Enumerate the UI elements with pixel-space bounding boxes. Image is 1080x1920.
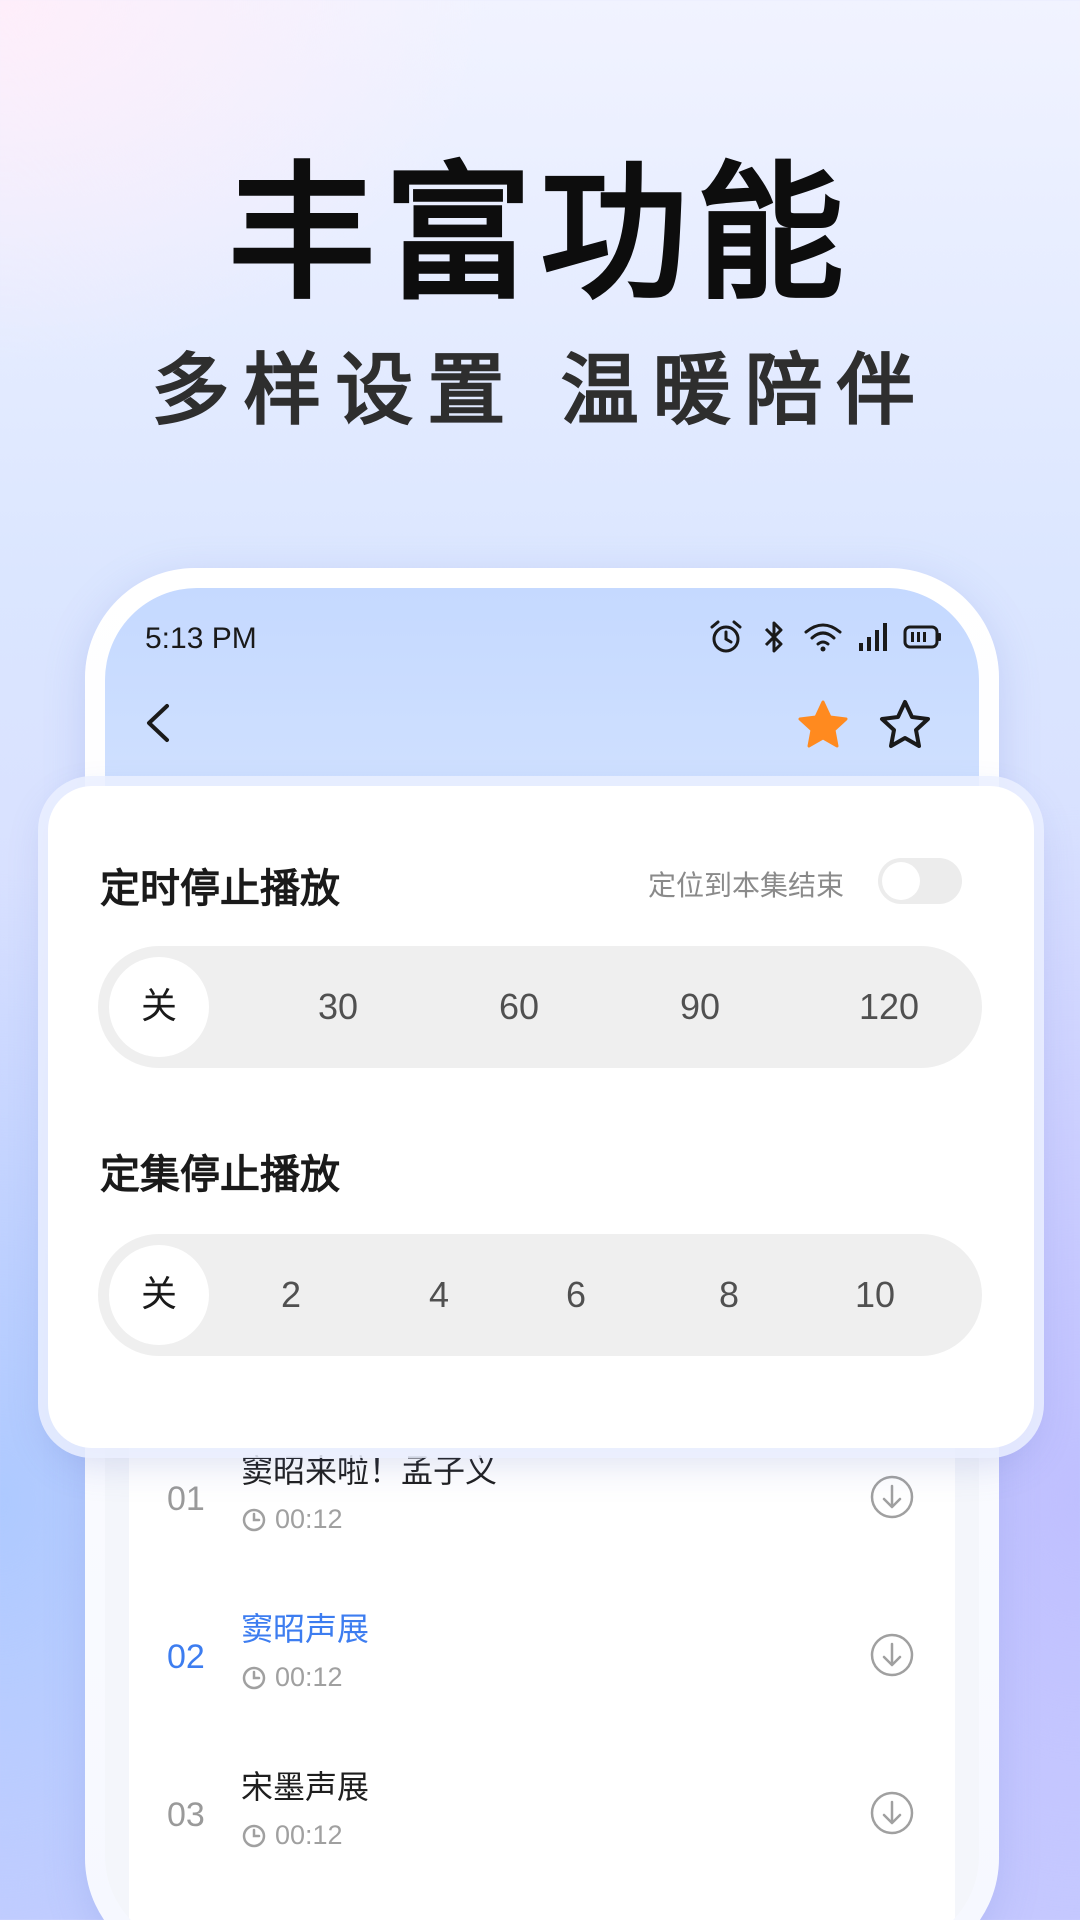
episode-option-off[interactable]: 关 bbox=[109, 1245, 209, 1345]
episode-duration: 00:12 bbox=[241, 1820, 343, 1851]
episode-title: 窦昭声展 bbox=[241, 1610, 370, 1648]
episode-section-title: 定集停止播放 bbox=[100, 1152, 340, 1198]
episode-title: 窦昭来啦！孟子义 bbox=[241, 1452, 498, 1490]
timer-option-90[interactable]: 90 bbox=[650, 957, 750, 1057]
star-outline-icon bbox=[880, 700, 930, 748]
episode-number: 02 bbox=[167, 1638, 205, 1676]
back-button[interactable] bbox=[135, 698, 185, 748]
episode-option-4[interactable]: 4 bbox=[389, 1245, 489, 1345]
episode-list: 01 窦昭来啦！孟子义 00:12 02 窦昭声展 00:12 03 宋墨声展 … bbox=[129, 1428, 955, 1920]
timer-section-title: 定时停止播放 bbox=[100, 866, 340, 912]
status-icons bbox=[707, 618, 943, 656]
clock-icon bbox=[242, 1508, 266, 1531]
episode-option-10[interactable]: 10 bbox=[825, 1245, 925, 1345]
bluetooth-icon bbox=[759, 618, 789, 656]
list-item[interactable]: 01 窦昭来啦！孟子义 00:12 bbox=[129, 1428, 955, 1578]
hero-title: 丰富功能 bbox=[228, 148, 852, 320]
timer-option-off[interactable]: 关 bbox=[109, 957, 209, 1057]
episode-option-8[interactable]: 8 bbox=[679, 1245, 779, 1345]
episode-duration: 00:12 bbox=[241, 1504, 343, 1535]
sleep-timer-card: 定时停止播放 定位到本集结束 关 30 60 90 120 定集停止播放 关 2… bbox=[48, 786, 1034, 1448]
list-item[interactable]: 02 窦昭声展 00:12 bbox=[129, 1586, 955, 1736]
timer-option-60[interactable]: 60 bbox=[469, 957, 569, 1057]
clock-icon bbox=[242, 1666, 266, 1689]
list-item[interactable]: 03 宋墨声展 00:12 bbox=[129, 1744, 955, 1894]
download-button[interactable] bbox=[869, 1474, 915, 1520]
download-button[interactable] bbox=[869, 1790, 915, 1836]
episode-number: 03 bbox=[167, 1796, 205, 1834]
chevron-left-icon bbox=[147, 704, 169, 742]
episode-option-2[interactable]: 2 bbox=[241, 1245, 341, 1345]
download-icon bbox=[870, 1791, 914, 1835]
episode-duration-text: 00:12 bbox=[275, 1504, 343, 1534]
timer-option-30[interactable]: 30 bbox=[288, 957, 388, 1057]
episode-duration-text: 00:12 bbox=[275, 1662, 343, 1692]
status-time: 5:13 PM bbox=[145, 622, 257, 655]
toggle-knob bbox=[882, 862, 920, 900]
hero-subtitle: 多样设置 温暖陪伴 bbox=[151, 346, 929, 436]
toggle-label: 定位到本集结束 bbox=[648, 869, 845, 902]
timer-option-120[interactable]: 120 bbox=[839, 957, 939, 1057]
alarm-icon bbox=[707, 618, 745, 656]
episode-option-6[interactable]: 6 bbox=[526, 1245, 626, 1345]
end-of-episode-toggle[interactable] bbox=[878, 858, 962, 904]
episode-duration: 00:12 bbox=[241, 1662, 343, 1693]
star-button[interactable] bbox=[877, 698, 933, 754]
download-icon bbox=[870, 1633, 914, 1677]
wifi-icon bbox=[803, 620, 843, 654]
episode-duration-text: 00:12 bbox=[275, 1820, 343, 1850]
timer-options: 关 30 60 90 120 bbox=[98, 946, 982, 1068]
star-filled-icon bbox=[798, 700, 848, 748]
signal-icon bbox=[857, 621, 889, 653]
episode-count-options: 关 2 4 6 8 10 bbox=[98, 1234, 982, 1356]
episode-number: 01 bbox=[167, 1480, 205, 1518]
battery-icon bbox=[903, 624, 943, 650]
app-header: 5:13 PM bbox=[105, 588, 979, 788]
episode-title: 宋墨声展 bbox=[241, 1768, 370, 1806]
download-button[interactable] bbox=[869, 1632, 915, 1678]
clock-icon bbox=[242, 1824, 266, 1847]
download-icon bbox=[870, 1475, 914, 1519]
favorite-button[interactable] bbox=[795, 698, 851, 754]
